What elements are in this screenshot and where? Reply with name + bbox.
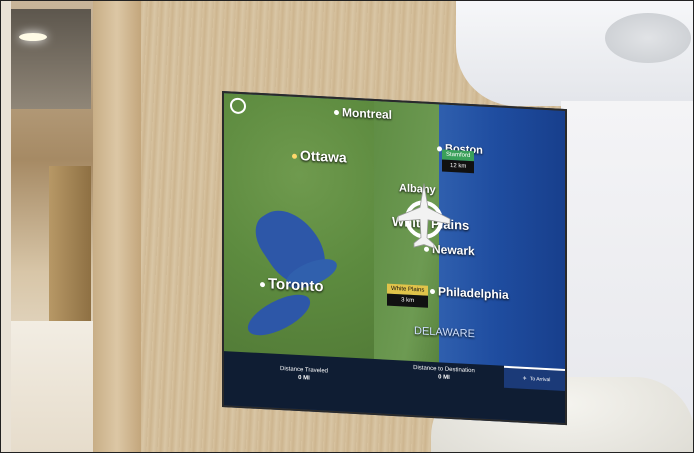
speaker-icon <box>605 13 691 63</box>
distance-traveled-value: 0 <box>298 374 302 382</box>
airplane-icon <box>397 183 451 249</box>
to-arrival-tab[interactable]: ✈ To Arrival <box>504 365 567 392</box>
moving-map-display[interactable]: Montreal Ottawa Boston Albany White Plai… <box>222 91 567 426</box>
hallway-shelf <box>11 9 91 109</box>
city-label-ottawa: Ottawa <box>292 147 347 166</box>
map-view[interactable]: Montreal Ottawa Boston Albany White Plai… <box>224 93 565 371</box>
ceiling-light <box>19 33 47 41</box>
city-label-montreal: Montreal <box>334 105 392 122</box>
position-tag-distance: 3 km <box>387 293 429 308</box>
distance-traveled-label: Distance Traveled <box>279 366 329 375</box>
distance-traveled: Distance Traveled 0 MI <box>264 365 344 383</box>
compass-icon[interactable] <box>230 97 246 115</box>
wall-edge <box>93 1 141 452</box>
distance-to-destination: Distance to Destination 0 MI <box>399 364 489 383</box>
position-tag: White Plains 3 km <box>387 283 429 308</box>
distance-traveled-unit: MI <box>303 375 310 382</box>
hallway-floor <box>11 321 106 452</box>
origin-tag-distance: 12 km <box>442 159 475 174</box>
distance-destination-value: 0 <box>438 374 442 381</box>
airplane-icon: ✈ <box>522 375 527 382</box>
city-label-toronto: Toronto <box>260 275 324 295</box>
origin-tag: Stamford 12 km <box>442 149 475 174</box>
distance-destination-unit: MI <box>443 374 450 381</box>
to-arrival-label: To Arrival <box>529 376 551 384</box>
photo-frame: Montreal Ottawa Boston Albany White Plai… <box>0 0 694 453</box>
hallway-door <box>49 166 91 326</box>
